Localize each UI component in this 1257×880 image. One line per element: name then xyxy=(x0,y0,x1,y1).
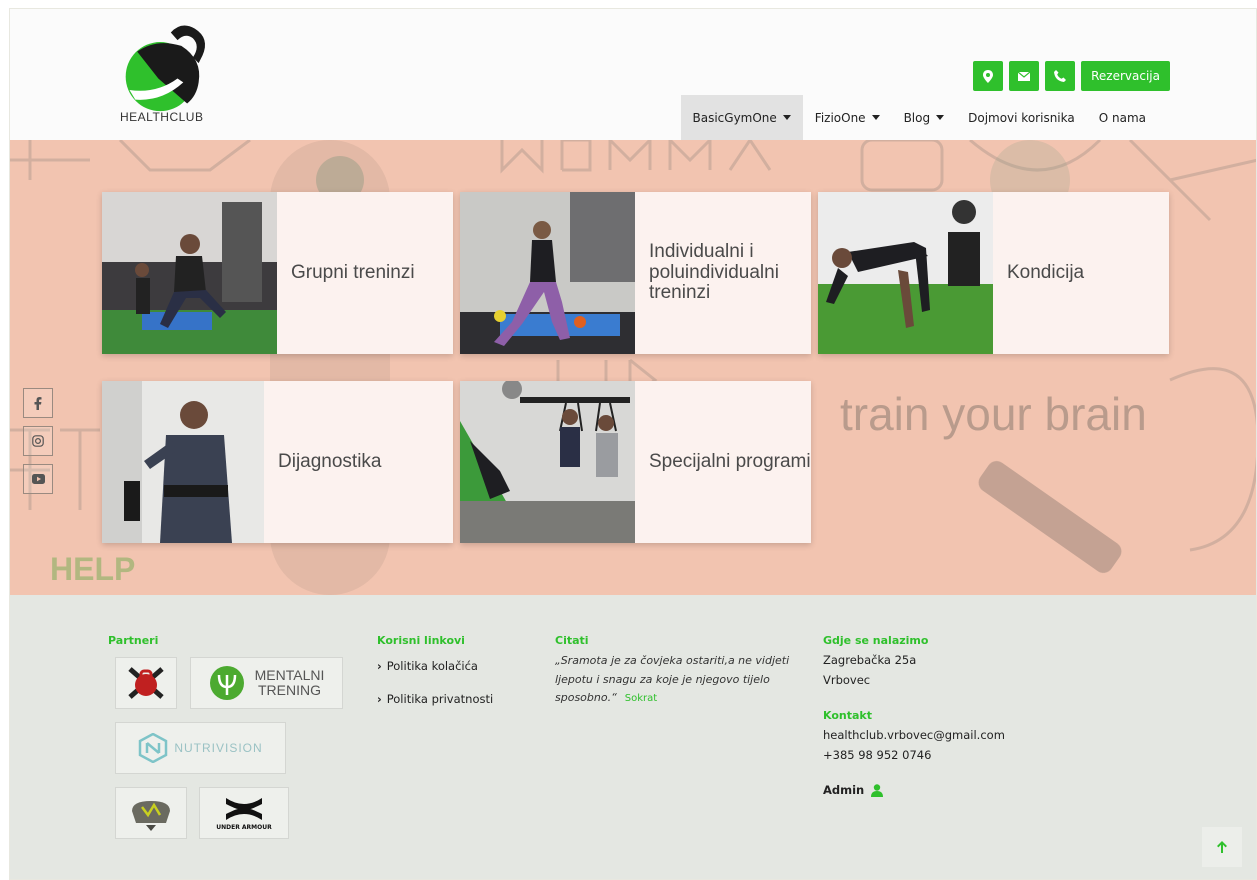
under-armour-icon xyxy=(226,797,262,820)
quote-block: „Sramota je za čovjeka ostariti,a ne vid… xyxy=(555,652,795,708)
nav-item-label: Blog xyxy=(903,110,931,125)
phone-icon[interactable] xyxy=(1045,61,1076,91)
nav-item-label: BasicGymOne xyxy=(692,110,777,125)
instagram-icon[interactable] xyxy=(23,426,53,456)
nav-item-label: Dojmovi korisnika xyxy=(968,110,1075,125)
link-label: Politika privatnosti xyxy=(386,692,494,706)
service-title: Dijagnostika xyxy=(278,450,382,472)
partner-logo-under-armour[interactable]: UNDER ARMOUR xyxy=(199,787,289,839)
quote-author: Sokrat xyxy=(624,693,658,705)
scroll-to-top-button[interactable] xyxy=(1202,827,1242,867)
service-photo-specijalni xyxy=(460,381,635,543)
main-nav: BasicGymOne FizioOne Blog Dojmovi korisn… xyxy=(680,95,1159,140)
mentalni-trening-icon xyxy=(209,666,244,700)
contact-info: healthclub.vrbovec@gmail.com +385 98 952… xyxy=(823,726,1005,765)
envelope-icon[interactable] xyxy=(1009,61,1040,91)
user-icon xyxy=(871,783,884,797)
partner-name: UNDER ARMOUR xyxy=(216,823,272,831)
contact-email[interactable]: healthclub.vrbovec@gmail.com xyxy=(823,726,1005,746)
useful-links-heading: Korisni linkovi xyxy=(377,634,465,647)
partner-logo-fitness[interactable] xyxy=(115,787,187,839)
nav-item-o-nama[interactable]: O nama xyxy=(1087,95,1158,140)
youtube-icon[interactable] xyxy=(23,464,53,494)
service-title: Kondicija xyxy=(1007,261,1085,283)
service-card-dijagnostika[interactable]: Dijagnostika xyxy=(102,381,453,543)
nav-item-fizioone[interactable]: FizioOne xyxy=(803,95,892,140)
address: Zagrebačka 25a Vrbovec xyxy=(823,651,916,690)
chevron-right-icon: › xyxy=(377,692,382,706)
service-title: Specijalni programi xyxy=(649,450,811,472)
nutrivision-icon xyxy=(139,733,168,763)
caret-down-icon xyxy=(871,115,880,120)
page: HEALTHCLUB Rezervacija BasicGymOne Fizio… xyxy=(9,8,1257,880)
nav-item-dojmovi[interactable]: Dojmovi korisnika xyxy=(956,95,1087,140)
quote-text: „Sramota je za čovjeka ostariti,a ne vid… xyxy=(555,654,790,705)
chevron-right-icon: › xyxy=(377,659,382,673)
partner-name: TRENING xyxy=(258,682,321,698)
nav-item-blog[interactable]: Blog xyxy=(892,95,957,140)
quotes-heading: Citati xyxy=(555,634,589,647)
social-links xyxy=(23,388,53,494)
link-privacy-policy[interactable]: › Politika privatnosti xyxy=(377,692,493,706)
partner-name: MENTALNI xyxy=(254,666,325,683)
arrow-up-icon xyxy=(1217,841,1227,853)
link-label: Politika kolačića xyxy=(386,659,478,673)
service-card-kondicija[interactable]: Kondicija xyxy=(818,192,1169,354)
map-marker-icon[interactable] xyxy=(973,61,1004,91)
caret-down-icon xyxy=(936,115,945,120)
address-line: Zagrebačka 25a xyxy=(823,653,917,667)
service-photo-kondicija xyxy=(818,192,993,354)
partner-name: NUTRIVISION xyxy=(174,741,263,755)
reservation-button[interactable]: Rezervacija xyxy=(1081,61,1170,91)
services-section: train your brain HELP Grupni treninzi In… xyxy=(10,140,1256,595)
address-line: Vrbovec xyxy=(823,672,871,687)
svg-text:HELP: HELP xyxy=(50,551,135,587)
partners-heading: Partneri xyxy=(108,634,159,647)
admin-link[interactable]: Admin xyxy=(823,783,884,797)
caret-down-icon xyxy=(782,115,791,120)
service-photo-individualni xyxy=(460,192,635,354)
service-photo-grupni xyxy=(102,192,277,354)
contact-heading: Kontakt xyxy=(823,709,872,722)
admin-label: Admin xyxy=(823,783,865,797)
link-cookie-policy[interactable]: › Politika kolačića xyxy=(377,659,478,673)
partner-logo-mentalni-trening[interactable]: MENTALNI TRENING xyxy=(190,657,343,709)
location-heading: Gdje se nalazimo xyxy=(823,634,929,647)
service-title: Individualni i poluindividualni treninzi xyxy=(649,240,779,304)
service-card-grupni[interactable]: Grupni treninzi xyxy=(102,192,453,354)
nav-item-label: O nama xyxy=(1098,110,1146,125)
service-photo-dijagnostika xyxy=(102,381,264,543)
svg-text:train your brain: train your brain xyxy=(840,388,1147,440)
logo-text: HEALTHCLUB xyxy=(120,110,204,124)
contact-phone[interactable]: +385 98 952 0746 xyxy=(823,746,1005,766)
facebook-icon[interactable] xyxy=(23,388,53,418)
site-header: HEALTHCLUB Rezervacija BasicGymOne Fizio… xyxy=(10,9,1256,140)
nav-item-basicgymone[interactable]: BasicGymOne xyxy=(680,95,803,140)
healthclub-logo[interactable] xyxy=(118,19,214,115)
partner-logo-nutrivision[interactable]: NUTRIVISION xyxy=(115,722,286,774)
service-card-individualni[interactable]: Individualni i poluindividualni treninzi xyxy=(460,192,811,354)
service-card-specijalni[interactable]: Specijalni programi xyxy=(460,381,811,543)
service-title: Grupni treninzi xyxy=(291,261,415,283)
nav-item-label: FizioOne xyxy=(814,110,866,125)
site-footer: Partneri MENTALNI TRENING NUTRIVISION UN… xyxy=(10,595,1256,879)
header-actions: Rezervacija xyxy=(973,61,1170,91)
partner-logo-club[interactable] xyxy=(115,657,177,709)
